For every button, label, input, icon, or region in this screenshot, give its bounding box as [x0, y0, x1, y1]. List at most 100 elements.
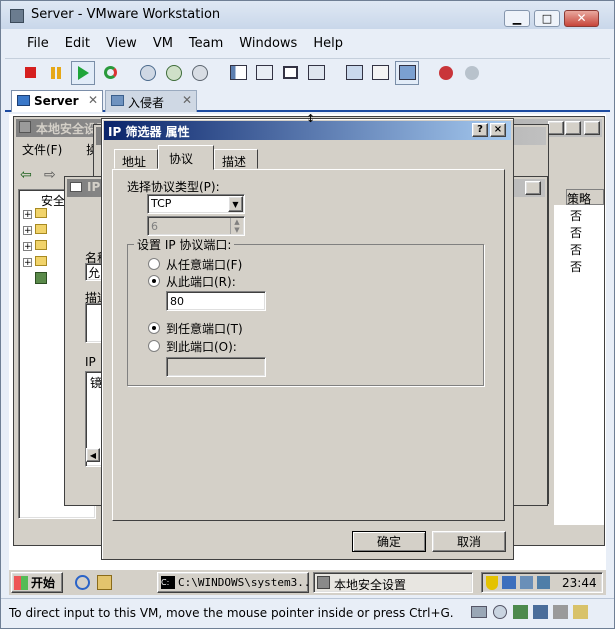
protocol-number-field: 6 ▲ ▼ [147, 216, 245, 236]
from-any-port-radio[interactable] [148, 258, 160, 270]
tree-expander[interactable]: + [23, 242, 32, 252]
team-stop-icon[interactable] [435, 62, 457, 84]
minimize-button[interactable]: ▁ [504, 10, 530, 27]
network-icon[interactable] [502, 576, 516, 589]
close-button[interactable]: ✕ [564, 10, 599, 27]
dialog-tab-address[interactable]: 地址 [114, 149, 158, 169]
start-label: 开始 [31, 576, 56, 590]
from-this-port-radio[interactable] [148, 275, 160, 287]
guest-taskbar: 开始 C: C:\WINDOWS\system3... 本地安全设置 23:44 [9, 569, 606, 595]
menu-vm[interactable]: VM [145, 33, 181, 55]
vm-tab-strip: Server ✕ 入侵者 ✕ [5, 88, 610, 112]
cancel-button[interactable]: 取消 [432, 531, 506, 552]
stop-icon[interactable] [19, 62, 41, 84]
policy-header[interactable]: 策略 [566, 189, 604, 206]
protocol-value: TCP [151, 197, 172, 210]
rule-side-button[interactable] [525, 469, 545, 489]
vmware-tools-icon[interactable] [520, 576, 533, 589]
from-any-port-label: 从任意端口(F) [166, 258, 243, 272]
team-snapshot-icon[interactable] [461, 62, 483, 84]
taskbar-item-security[interactable]: 本地安全设置 [313, 572, 473, 593]
dialog-tab-description[interactable]: 描述 [214, 149, 258, 169]
network-adapter-icon[interactable] [513, 605, 528, 619]
cd-rom-icon[interactable] [493, 605, 507, 619]
taskbar-item-security-label: 本地安全设置 [334, 578, 407, 592]
security-app-icon [317, 576, 330, 589]
shield-icon[interactable] [486, 576, 498, 590]
fit-guest-icon[interactable] [395, 60, 419, 85]
ok-button[interactable]: 确定 [352, 531, 426, 552]
ip-list-label: IP [85, 355, 96, 369]
menu-team[interactable]: Team [181, 33, 231, 55]
folder-icon [35, 224, 47, 234]
guest-desktop[interactable]: 本地安全设置 _ □ ✕ 文件(F) 操 ⇦ ⇨ 安全设 + + + + 策略 … [9, 114, 606, 569]
from-this-port-label: 从此端口(R): [166, 275, 236, 289]
usb-icon[interactable] [533, 605, 548, 619]
pause-icon[interactable] [45, 62, 67, 84]
tab-label: 协议 [169, 152, 194, 166]
console-view-icon[interactable] [343, 62, 365, 84]
dialog-tab-protocol[interactable]: 协议 [158, 145, 214, 170]
close-icon[interactable]: ✕ [182, 93, 192, 107]
scroll-left-button[interactable]: ◀ [86, 448, 100, 462]
tab-server[interactable]: Server ✕ [11, 90, 103, 112]
status-text: To direct input to this VM, move the mou… [9, 606, 454, 620]
close-button[interactable]: ✕ [525, 181, 541, 195]
menu-file[interactable]: File [19, 33, 57, 55]
ie-icon[interactable] [75, 575, 90, 590]
menu-edit[interactable]: Edit [57, 33, 98, 55]
folder-icon [35, 208, 47, 218]
maximize-button[interactable]: □ [534, 10, 560, 27]
protocol-number: 6 [151, 220, 158, 233]
tree-expander[interactable]: + [23, 210, 32, 220]
cmd-icon: C: [161, 576, 175, 589]
reset-icon[interactable] [99, 62, 121, 84]
tab-intruder[interactable]: 入侵者 ✕ [105, 90, 197, 112]
menu-windows[interactable]: Windows [231, 33, 305, 55]
tree-expander[interactable]: + [23, 226, 32, 236]
chevron-down-icon[interactable]: ▼ [228, 196, 243, 212]
message-icon[interactable] [573, 605, 588, 619]
minimize-button[interactable]: _ [548, 121, 564, 135]
taskbar-item-cmd-label: C:\WINDOWS\system3... [178, 576, 318, 589]
to-this-port-radio[interactable] [148, 340, 160, 352]
back-arrow-icon[interactable]: ⇦ [20, 167, 32, 183]
ip-security-policy-icon[interactable] [35, 272, 47, 284]
summary-view-icon[interactable] [369, 62, 391, 84]
snapshot-icon[interactable] [137, 62, 159, 84]
menu-help[interactable]: Help [305, 33, 351, 55]
menu-view[interactable]: View [98, 33, 145, 55]
volume-icon[interactable] [537, 576, 550, 589]
play-icon[interactable] [71, 60, 95, 85]
vmware-app-icon [10, 9, 24, 23]
close-button[interactable]: ✕ [584, 121, 600, 135]
sound-icon[interactable] [553, 605, 568, 619]
hard-disk-icon[interactable] [471, 606, 487, 618]
protocol-type-select[interactable]: TCP ▼ [147, 194, 245, 214]
tree-expander[interactable]: + [23, 258, 32, 268]
folder-icon [35, 240, 47, 250]
taskbar-item-cmd[interactable]: C: C:\WINDOWS\system3... [157, 572, 317, 593]
from-port-input[interactable]: 80 [166, 291, 266, 311]
menu-file-cn[interactable]: 文件(F) [22, 143, 62, 157]
close-button[interactable]: × [490, 123, 506, 137]
snapshot-manager-icon[interactable] [189, 62, 211, 84]
to-any-port-radio[interactable] [148, 322, 160, 334]
toolbar [5, 58, 610, 86]
forward-arrow-icon[interactable]: ⇨ [44, 167, 56, 183]
ip-filter-dialog: IP 筛选器 属性 ? × 地址 协议 描述 选择协议类型(P): TCP ▼ … [101, 118, 514, 560]
unity-icon[interactable] [305, 62, 327, 84]
status-bar: To direct input to this VM, move the mou… [1, 598, 614, 628]
revert-snapshot-icon[interactable] [163, 62, 185, 84]
full-screen-icon[interactable] [279, 62, 301, 84]
sidebar-icon[interactable] [227, 62, 249, 84]
start-button[interactable]: 开始 [11, 572, 63, 593]
protocol-tab-panel: 选择协议类型(P): TCP ▼ 6 ▲ ▼ 设置 IP 协议端口: 从任意端口(… [112, 169, 505, 521]
folder-icon [35, 256, 47, 266]
explorer-icon[interactable] [97, 575, 112, 590]
help-button[interactable]: ? [472, 123, 488, 137]
quick-switch-icon[interactable] [253, 62, 275, 84]
maximize-button[interactable]: □ [565, 121, 581, 135]
close-icon[interactable]: ✕ [88, 93, 98, 107]
rule-title: IP [87, 180, 101, 194]
